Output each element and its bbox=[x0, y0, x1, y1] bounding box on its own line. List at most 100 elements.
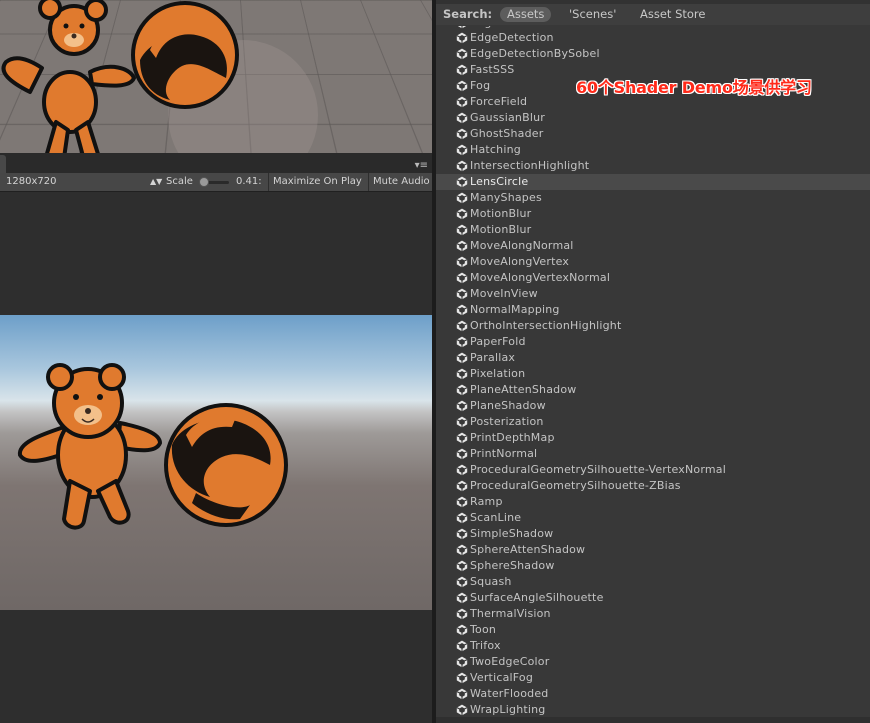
unity-scene-icon bbox=[456, 144, 468, 156]
asset-item[interactable]: ProceduralGeometrySilhouette-ZBias bbox=[436, 478, 870, 494]
unity-scene-icon bbox=[456, 32, 468, 44]
asset-item[interactable]: MoveInView bbox=[436, 286, 870, 302]
asset-item-label: Fog bbox=[470, 78, 490, 94]
game-sphere bbox=[166, 405, 286, 525]
unity-scene-icon bbox=[456, 112, 468, 124]
scope-tab-asset-store[interactable]: Asset Store bbox=[633, 7, 713, 22]
asset-item[interactable]: GaussianBlur bbox=[436, 110, 870, 126]
asset-item-label: Trifox bbox=[470, 638, 501, 654]
asset-item[interactable]: EdgeDetectionBySobel bbox=[436, 46, 870, 62]
asset-item-label: ProceduralGeometrySilhouette-ZBias bbox=[470, 478, 681, 494]
asset-item-label: GaussianBlur bbox=[470, 110, 545, 126]
unity-scene-icon bbox=[456, 96, 468, 108]
asset-item[interactable]: MoveAlongVertex bbox=[436, 254, 870, 270]
scale-slider-handle[interactable] bbox=[199, 177, 209, 187]
unity-scene-icon bbox=[456, 128, 468, 140]
asset-item[interactable]: ScanLine bbox=[436, 510, 870, 526]
game-tab[interactable] bbox=[0, 155, 6, 173]
game-teddy-bear bbox=[20, 365, 160, 528]
asset-item[interactable]: ManyShapes bbox=[436, 190, 870, 206]
asset-item-label: EdgeDetection bbox=[470, 30, 554, 46]
asset-item[interactable]: GhostShader bbox=[436, 126, 870, 142]
unity-scene-icon bbox=[456, 544, 468, 556]
scene-view[interactable] bbox=[0, 0, 432, 153]
unity-scene-icon bbox=[456, 304, 468, 316]
asset-item-label: SimpleShadow bbox=[470, 526, 553, 542]
annotation-overlay: 60个Shader Demo场景供学习 bbox=[576, 74, 812, 98]
unity-scene-icon bbox=[456, 432, 468, 444]
asset-item[interactable]: Pixelation bbox=[436, 366, 870, 382]
asset-item-label: ScanLine bbox=[470, 510, 521, 526]
game-view-letterbox-top bbox=[0, 192, 432, 315]
unity-scene-icon bbox=[456, 688, 468, 700]
toolbar-divider bbox=[268, 173, 269, 191]
asset-item-label: Posterization bbox=[470, 414, 544, 430]
asset-item[interactable]: SimpleShadow bbox=[436, 526, 870, 542]
unity-scene-icon bbox=[456, 576, 468, 588]
resolution-dropdown[interactable]: 1280x720 bbox=[6, 173, 56, 191]
asset-item[interactable]: WrapLighting bbox=[436, 702, 870, 718]
game-view-render[interactable] bbox=[0, 315, 432, 610]
asset-item-label: Hatching bbox=[470, 142, 521, 158]
asset-item-label: Toon bbox=[470, 622, 496, 638]
unity-scene-icon bbox=[456, 496, 468, 508]
asset-item[interactable]: Posterization bbox=[436, 414, 870, 430]
scope-tab-assets[interactable]: Assets bbox=[500, 7, 551, 22]
asset-item-label: NormalMapping bbox=[470, 302, 560, 318]
unity-scene-icon bbox=[456, 464, 468, 476]
asset-item[interactable]: MotionBlur bbox=[436, 206, 870, 222]
asset-item[interactable]: VerticalFog bbox=[436, 670, 870, 686]
asset-item[interactable]: PlaneAttenShadow bbox=[436, 382, 870, 398]
asset-item[interactable]: LensCircle bbox=[436, 174, 870, 190]
asset-item[interactable]: PrintDepthMap bbox=[436, 430, 870, 446]
unity-scene-icon bbox=[456, 336, 468, 348]
asset-item-label: SurfaceAngleSilhouette bbox=[470, 590, 604, 606]
asset-item[interactable]: Trifox bbox=[436, 638, 870, 654]
asset-item[interactable]: PaperFold bbox=[436, 334, 870, 350]
scope-tab-scenes[interactable]: 'Scenes' bbox=[562, 7, 623, 22]
asset-item[interactable]: PlaneShadow bbox=[436, 398, 870, 414]
asset-item-label: TwoEdgeColor bbox=[470, 654, 549, 670]
asset-item[interactable]: ProceduralGeometrySilhouette-VertexNorma… bbox=[436, 462, 870, 478]
asset-item-label: OrthoIntersectionHighlight bbox=[470, 318, 622, 334]
unity-scene-icon bbox=[456, 640, 468, 652]
unity-scene-icon bbox=[456, 80, 468, 92]
unity-scene-icon bbox=[456, 656, 468, 668]
maximize-on-play-toggle[interactable]: Maximize On Play bbox=[273, 173, 362, 191]
game-tab-strip: ▾≡ bbox=[0, 153, 432, 173]
asset-item[interactable]: Parallax bbox=[436, 350, 870, 366]
scale-label: Scale bbox=[166, 173, 193, 191]
asset-item[interactable]: Toon bbox=[436, 622, 870, 638]
asset-item[interactable]: IntersectionHighlight bbox=[436, 158, 870, 174]
asset-item[interactable]: ThermalVision bbox=[436, 606, 870, 622]
asset-item[interactable]: MoveAlongNormal bbox=[436, 238, 870, 254]
asset-item-label: Squash bbox=[470, 574, 512, 590]
asset-item[interactable]: SurfaceAngleSilhouette bbox=[436, 590, 870, 606]
asset-item[interactable]: MotionBlur bbox=[436, 222, 870, 238]
asset-item[interactable]: SphereAttenShadow bbox=[436, 542, 870, 558]
asset-item[interactable]: EdgeDetection bbox=[436, 30, 870, 46]
asset-item[interactable]: NormalMapping bbox=[436, 302, 870, 318]
asset-item[interactable]: PrintNormal bbox=[436, 446, 870, 462]
unity-scene-icon bbox=[456, 64, 468, 76]
asset-item-label: WaterFlooded bbox=[470, 686, 549, 702]
unity-scene-icon bbox=[456, 448, 468, 460]
unity-scene-icon bbox=[456, 288, 468, 300]
game-objects bbox=[0, 315, 432, 610]
asset-item[interactable]: SphereShadow bbox=[436, 558, 870, 574]
dropdown-arrows-icon[interactable]: ▲▼ bbox=[150, 173, 162, 191]
asset-item[interactable]: OrthoIntersectionHighlight bbox=[436, 318, 870, 334]
asset-item-label: VerticalFog bbox=[470, 670, 533, 686]
asset-item[interactable]: MoveAlongVertexNormal bbox=[436, 270, 870, 286]
mute-audio-toggle[interactable]: Mute Audio bbox=[373, 173, 430, 191]
asset-item[interactable]: Hatching bbox=[436, 142, 870, 158]
asset-item[interactable]: Ramp bbox=[436, 494, 870, 510]
asset-item[interactable]: TwoEdgeColor bbox=[436, 654, 870, 670]
unity-scene-icon bbox=[456, 160, 468, 172]
scene-objects bbox=[0, 0, 432, 153]
panel-menu-icon[interactable]: ▾≡ bbox=[415, 161, 428, 171]
game-view-toolbar: 1280x720 ▲▼ Scale 0.41: Maximize On Play… bbox=[0, 173, 432, 192]
asset-item[interactable]: WaterFlooded bbox=[436, 686, 870, 702]
asset-item[interactable]: Squash bbox=[436, 574, 870, 590]
asset-item-label: SphereAttenShadow bbox=[470, 542, 585, 558]
